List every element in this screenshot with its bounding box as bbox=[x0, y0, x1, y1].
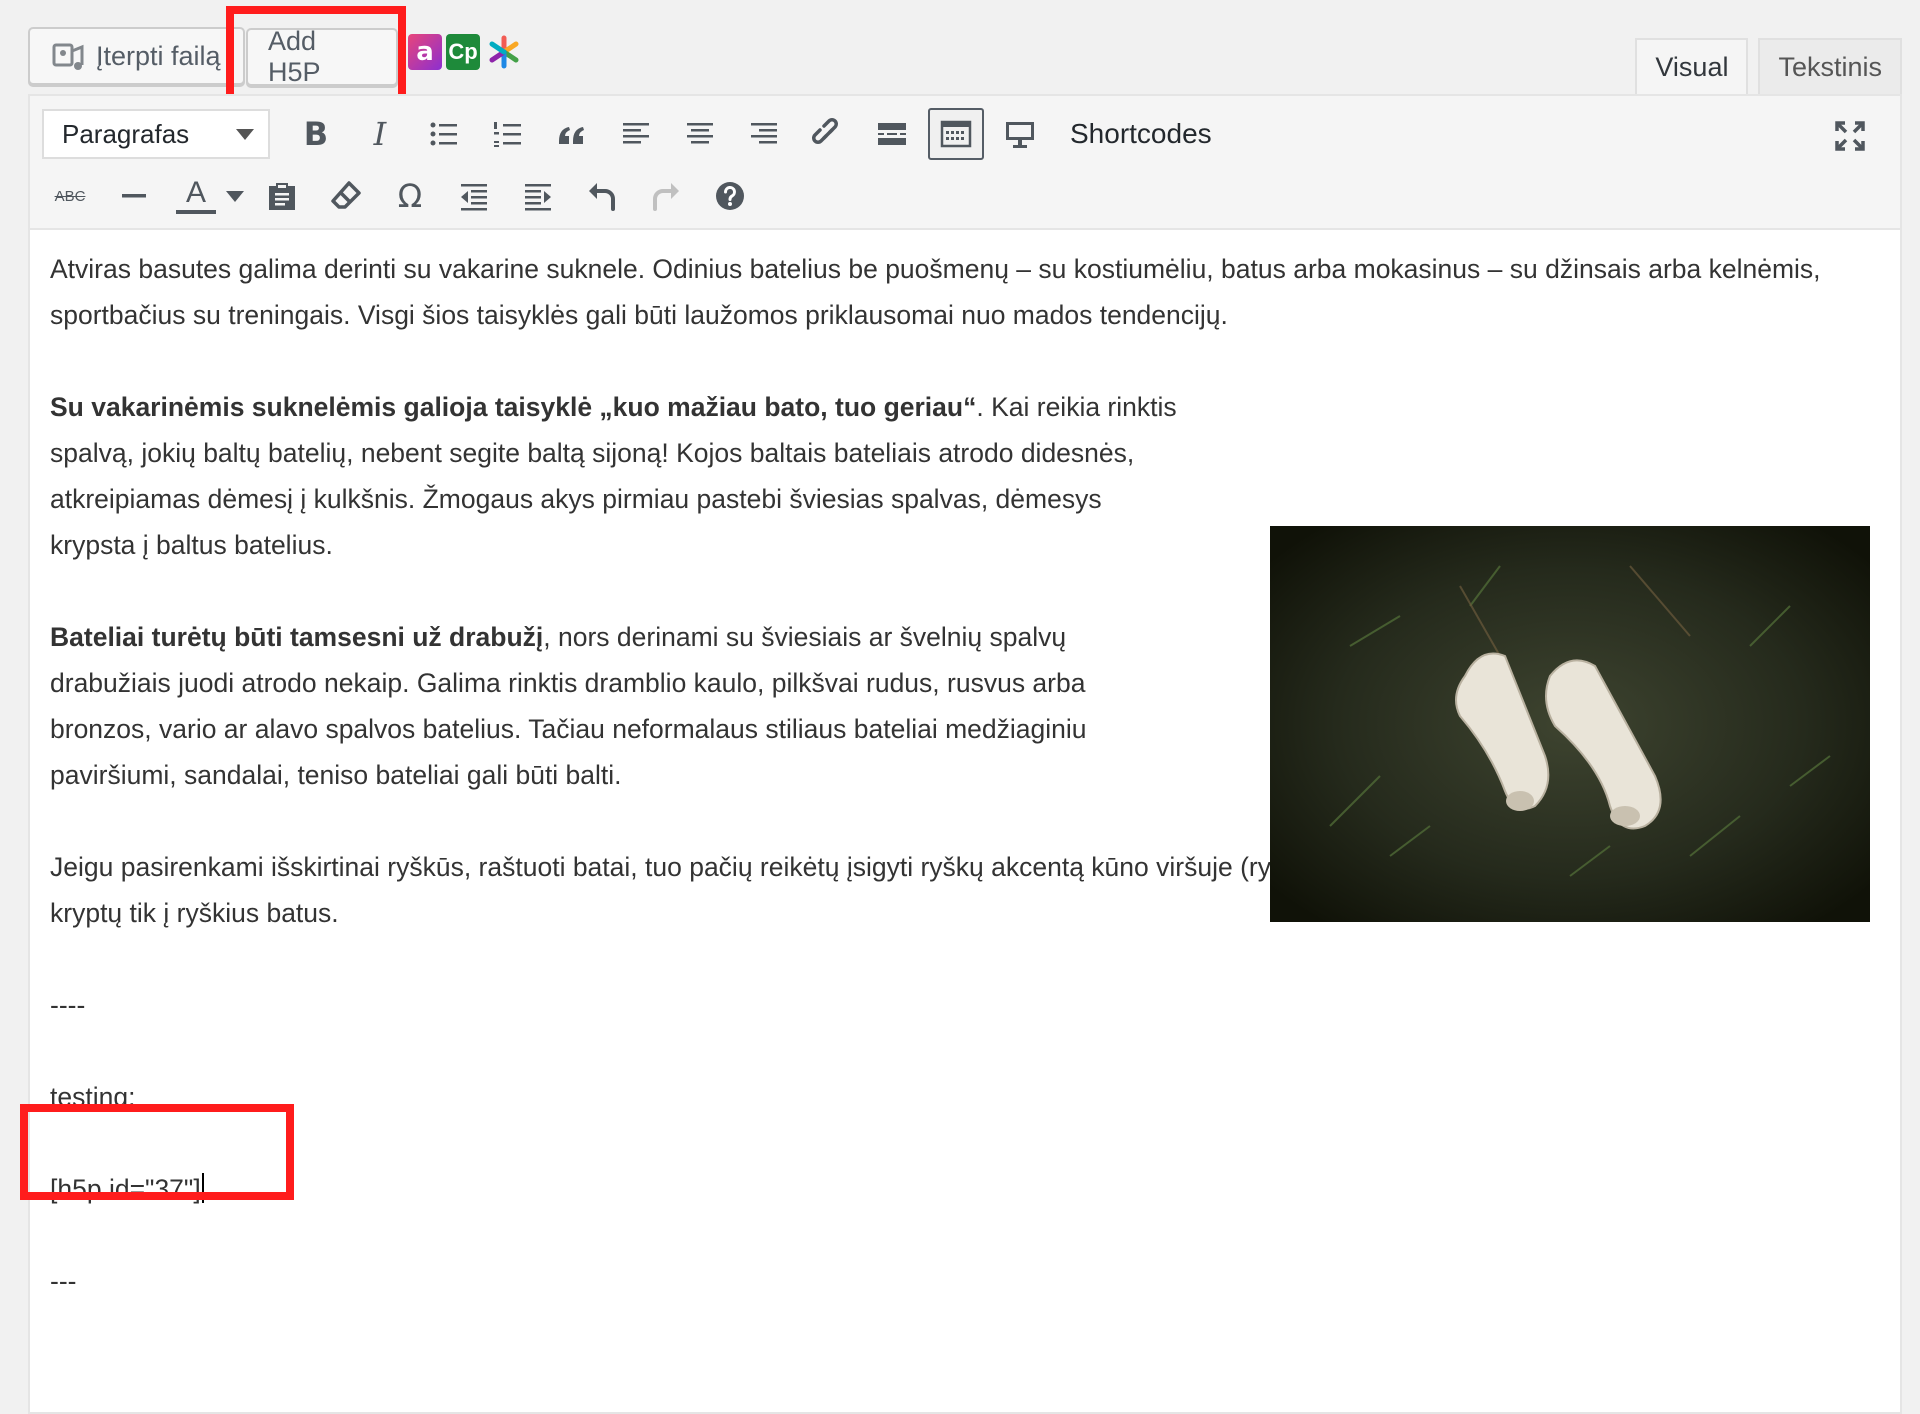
text-color-button[interactable]: A bbox=[170, 170, 246, 222]
add-h5p-highlight: Add H5P bbox=[226, 6, 406, 102]
bullet-list-button[interactable] bbox=[416, 108, 472, 160]
editor-content[interactable]: Atviras basutes galima derinti su vakari… bbox=[20, 246, 1870, 1350]
format-select-value: Paragrafas bbox=[62, 118, 190, 149]
shortcode-line: [h5p id="37"] bbox=[50, 1166, 1870, 1212]
shortcode-highlight bbox=[20, 1104, 294, 1200]
text-color-glyph: A bbox=[185, 176, 206, 209]
align-right-button[interactable] bbox=[736, 108, 792, 160]
paste-text-icon bbox=[269, 183, 295, 210]
plugin-cp-label: Cp bbox=[448, 39, 478, 64]
toolbar-row-1: Paragrafas B I Shortcodes bbox=[42, 106, 1212, 162]
numbered-list-icon bbox=[494, 122, 521, 147]
editor-toolbar: Paragrafas B I Shortcodes ABC A Ω bbox=[30, 96, 1900, 230]
testing-line: testing: bbox=[50, 1082, 136, 1112]
align-center-button[interactable] bbox=[672, 108, 728, 160]
shortcodes-monitor-icon bbox=[1006, 122, 1034, 148]
indent-button[interactable] bbox=[510, 170, 566, 222]
editor: Paragrafas B I Shortcodes ABC A Ω Atvira… bbox=[20, 94, 1902, 1414]
redo-button[interactable] bbox=[638, 170, 694, 222]
numbered-list-button[interactable] bbox=[480, 108, 536, 160]
insert-file-button[interactable]: Įterpti failą bbox=[28, 27, 245, 85]
tab-visual[interactable]: Visual bbox=[1635, 38, 1749, 94]
paragraph-2-bold: Su vakarinėmis suknelėmis galioja taisyk… bbox=[50, 392, 977, 422]
italic-icon: I bbox=[373, 115, 387, 153]
special-character-button[interactable]: Ω bbox=[382, 170, 438, 222]
read-more-icon bbox=[878, 123, 906, 145]
shoes-image[interactable] bbox=[1270, 526, 1870, 922]
toolbar-toggle-icon bbox=[940, 120, 972, 148]
strikethrough-button[interactable]: ABC bbox=[42, 170, 98, 222]
align-left-icon bbox=[623, 123, 649, 144]
undo-icon bbox=[589, 183, 615, 211]
add-h5p-button[interactable]: Add H5P bbox=[246, 26, 398, 87]
clear-formatting-button[interactable] bbox=[318, 170, 374, 222]
paragraph-3-bold: Bateliai turėtų būti tamsesni už drabužį bbox=[50, 622, 544, 652]
read-more-button[interactable] bbox=[864, 108, 920, 160]
italic-button[interactable]: I bbox=[352, 108, 408, 160]
redo-icon bbox=[653, 183, 679, 211]
paste-text-button[interactable] bbox=[254, 170, 310, 222]
chevron-down-icon bbox=[236, 128, 254, 140]
plugin-icons: a Cp bbox=[408, 34, 524, 70]
plugin-flower-icon[interactable] bbox=[484, 34, 524, 70]
add-h5p-label: Add H5P bbox=[268, 26, 321, 87]
blockquote-icon bbox=[559, 127, 584, 144]
link-icon bbox=[812, 118, 838, 144]
media-icon bbox=[52, 39, 86, 73]
insert-file-label: Įterpti failą bbox=[96, 40, 221, 71]
outdent-icon bbox=[461, 184, 487, 211]
text-column: Su vakarinėmis suknelėmis galioja taisyk… bbox=[50, 384, 1180, 798]
shortcodes-monitor-button[interactable] bbox=[992, 108, 1048, 160]
plugin-cp-icon[interactable]: Cp bbox=[446, 34, 480, 70]
separator-2: --- bbox=[50, 1266, 77, 1296]
plugin-a-label: a bbox=[416, 37, 434, 67]
undo-button[interactable] bbox=[574, 170, 630, 222]
paragraph-1: Atviras basutes galima derinti su vakari… bbox=[50, 254, 1821, 330]
text-color-swatch bbox=[176, 210, 216, 214]
toolbar-toggle-button[interactable] bbox=[928, 108, 984, 160]
align-right-icon bbox=[751, 123, 777, 144]
media-buttons: Įterpti failą bbox=[28, 24, 245, 88]
chevron-down-icon bbox=[226, 190, 244, 202]
text-color-icon: A bbox=[176, 178, 216, 214]
paragraph-3: Bateliai turėtų būti tamsesni už drabužį… bbox=[50, 614, 1180, 798]
align-center-icon bbox=[687, 123, 713, 144]
horizontal-line-icon bbox=[122, 194, 146, 198]
bold-icon: B bbox=[303, 115, 329, 153]
strikethrough-icon: ABC bbox=[54, 187, 86, 205]
plugin-a-icon[interactable]: a bbox=[408, 34, 442, 70]
shoes-photo bbox=[1270, 526, 1870, 922]
outdent-button[interactable] bbox=[446, 170, 502, 222]
fullscreen-icon bbox=[1835, 121, 1865, 151]
bold-button[interactable]: B bbox=[288, 108, 344, 160]
editor-tabs: Visual Tekstinis bbox=[1635, 38, 1902, 94]
blockquote-button[interactable] bbox=[544, 108, 600, 160]
fullscreen-button[interactable] bbox=[1822, 110, 1878, 162]
clear-formatting-icon bbox=[331, 181, 361, 209]
horizontal-line-button[interactable] bbox=[106, 170, 162, 222]
indent-icon bbox=[525, 184, 551, 211]
align-left-button[interactable] bbox=[608, 108, 664, 160]
help-icon bbox=[716, 182, 744, 210]
special-character-icon: Ω bbox=[397, 177, 423, 215]
link-button[interactable] bbox=[800, 108, 856, 160]
paragraph-2: Su vakarinėmis suknelėmis galioja taisyk… bbox=[50, 384, 1180, 568]
toolbar-row-2: ABC A Ω bbox=[42, 168, 766, 224]
help-button[interactable] bbox=[702, 170, 758, 222]
format-select[interactable]: Paragrafas bbox=[42, 109, 270, 159]
tab-text[interactable]: Tekstinis bbox=[1758, 38, 1902, 94]
bullet-list-icon bbox=[430, 122, 457, 146]
separator-1: ---- bbox=[50, 990, 86, 1020]
shortcodes-button[interactable]: Shortcodes bbox=[1070, 118, 1212, 150]
